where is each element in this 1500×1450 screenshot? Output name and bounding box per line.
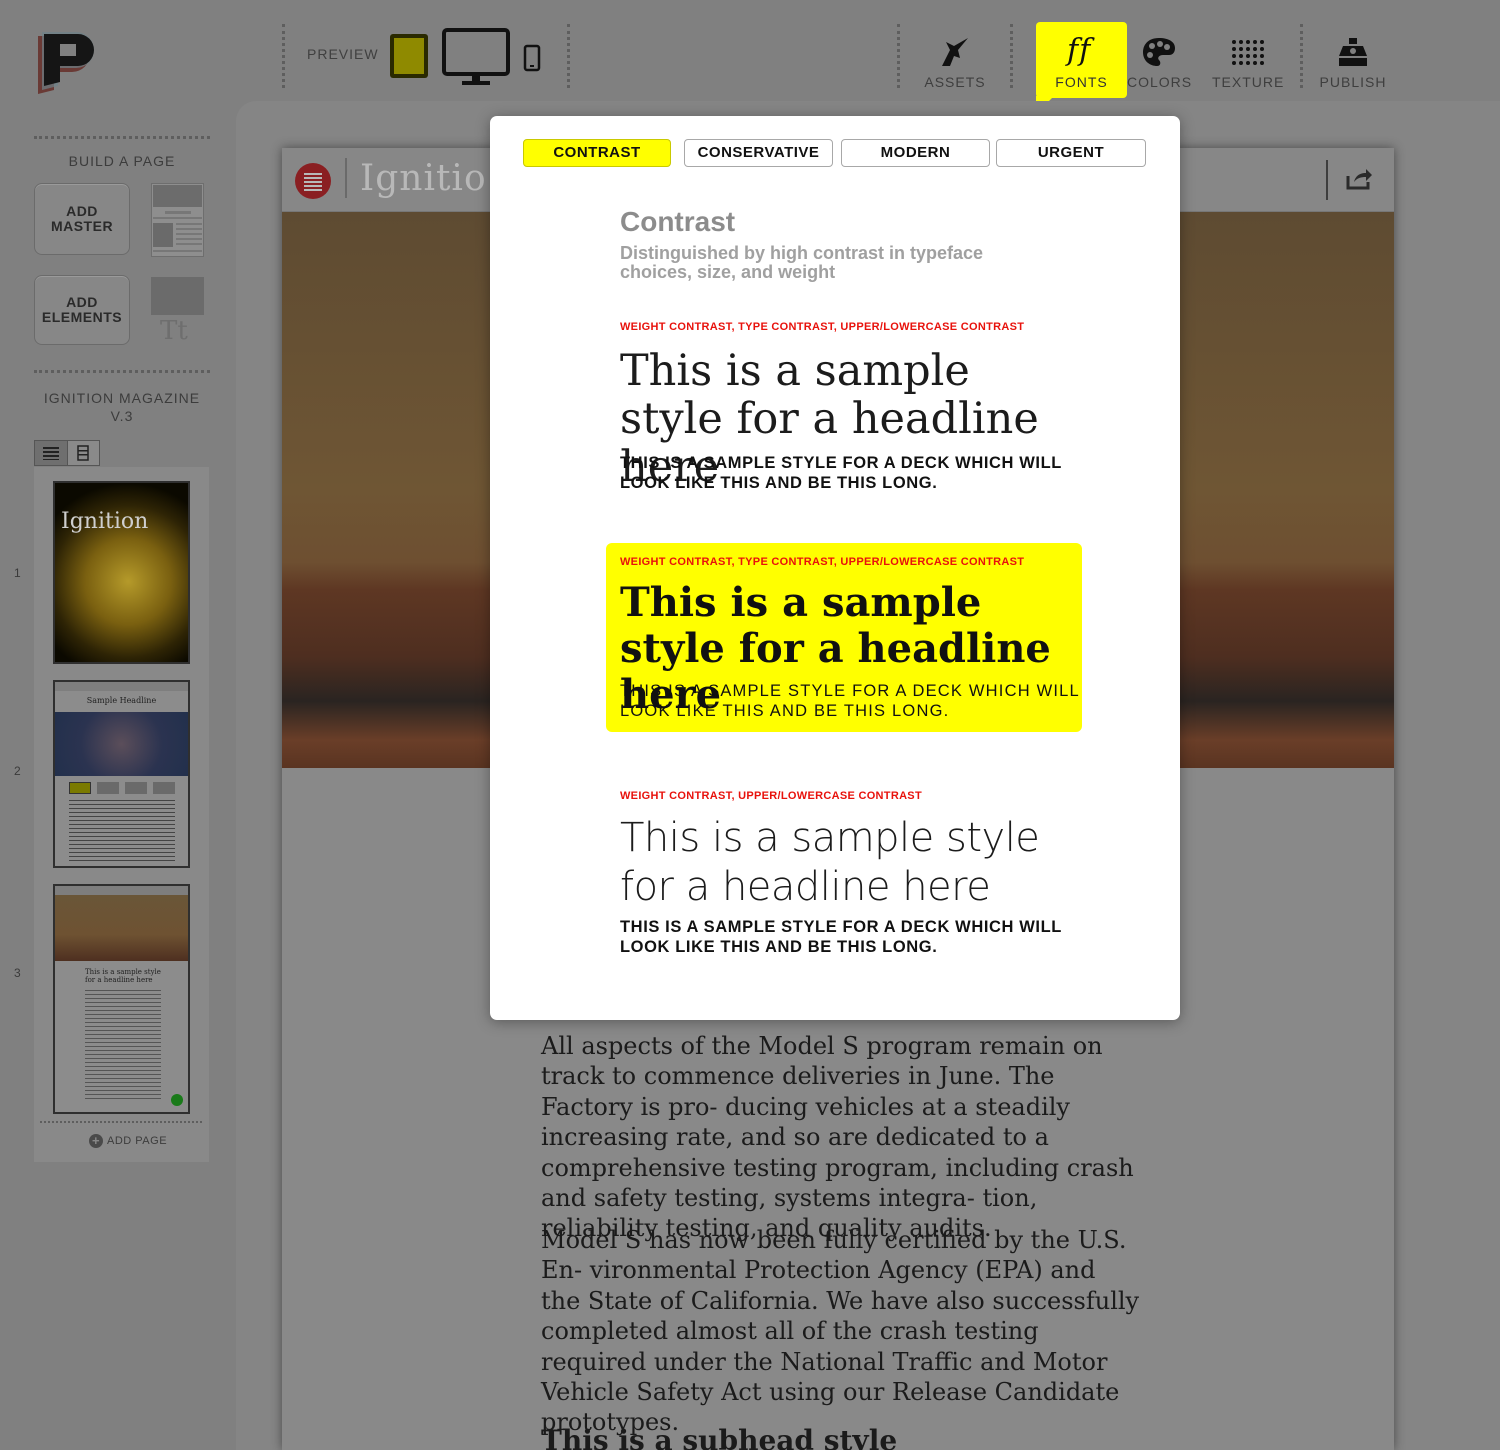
page-number: 1 xyxy=(14,566,21,580)
plus-icon: + xyxy=(89,1134,103,1148)
texture-label: TEXTURE xyxy=(1212,74,1285,90)
grid-view-icon[interactable] xyxy=(68,441,100,465)
body-paragraph: All aspects of the Model S program remai… xyxy=(541,1032,1134,1243)
body-paragraph: Model S has now been fully certified by … xyxy=(541,1226,1140,1437)
font-ff-icon: ff xyxy=(1065,33,1095,68)
publish-label: PUBLISH xyxy=(1319,74,1387,90)
preview-label: PREVIEW xyxy=(307,46,379,62)
page-menu-icon[interactable] xyxy=(171,1094,183,1106)
colors-tool[interactable]: COLORS xyxy=(1127,36,1191,90)
sidebar-divider xyxy=(40,1121,202,1123)
fonts-tool[interactable]: ff FONTS xyxy=(1036,22,1127,98)
texture-dots-icon xyxy=(1232,40,1264,65)
add-elements-button[interactable]: ADD ELEMENTS xyxy=(34,275,130,345)
page-number: 3 xyxy=(14,966,21,980)
page-number: 2 xyxy=(14,764,21,778)
press-icon xyxy=(1339,38,1367,66)
fonts-modal: CONTRAST CONSERVATIVE MODERN URGENT Cont… xyxy=(490,116,1180,1020)
page-thumbnail[interactable]: Ignition xyxy=(53,481,190,664)
tab-urgent[interactable]: URGENT xyxy=(996,139,1146,167)
publish-tool[interactable]: PUBLISH xyxy=(1318,36,1388,90)
assets-label: ASSETS xyxy=(924,74,986,90)
option-deck: THIS IS A SAMPLE STYLE FOR A DECK WHICH … xyxy=(620,918,1062,956)
style-set-title: Contrast xyxy=(620,206,736,237)
add-master-button[interactable]: ADD MASTER xyxy=(34,183,130,255)
toolbar-divider xyxy=(897,24,900,88)
toolbar-divider xyxy=(1300,24,1303,88)
subhead: This is a subhead style xyxy=(541,1424,898,1450)
app-window: PREVIEW ASSETS ff FONTS COLORS TEXTURE P… xyxy=(0,0,1500,1450)
magazine-label: IGNITION MAGAZINE V.3 xyxy=(43,390,201,424)
sidebar-divider xyxy=(34,136,210,139)
colors-label: COLORS xyxy=(1127,74,1193,90)
option-tags: WEIGHT CONTRAST, TYPE CONTRAST, UPPER/LO… xyxy=(620,321,1025,333)
tab-contrast[interactable]: CONTRAST xyxy=(523,139,671,167)
desktop-icon[interactable] xyxy=(442,28,510,88)
tablet-icon[interactable] xyxy=(388,32,430,80)
view-toggle xyxy=(34,440,100,466)
app-logo xyxy=(38,32,94,94)
thumb-headline: Sample Headline xyxy=(86,696,157,705)
phone-icon[interactable] xyxy=(523,44,541,72)
sidebar-divider xyxy=(34,370,210,373)
text-element-thumb[interactable]: Tt xyxy=(160,316,188,346)
svg-text:ff: ff xyxy=(1065,33,1095,68)
page-thumbnail[interactable]: This is a sample style for a headline he… xyxy=(53,884,190,1114)
unicorn-icon xyxy=(942,38,968,66)
build-page-label: BUILD A PAGE xyxy=(68,153,176,169)
share-icon[interactable] xyxy=(1346,168,1372,190)
document-title: Ignitio xyxy=(360,158,487,199)
list-view-icon[interactable] xyxy=(35,441,68,465)
toolbar-divider xyxy=(282,24,285,88)
tab-modern[interactable]: MODERN xyxy=(841,139,990,167)
add-page-label: ADD PAGE xyxy=(107,1135,168,1147)
option-tags: WEIGHT CONTRAST, TYPE CONTRAST, UPPER/LO… xyxy=(620,556,1025,568)
option-deck: THIS IS A SAMPLE STYLE FOR A DECK WHICH … xyxy=(620,682,1080,720)
toolbar-divider xyxy=(567,24,570,88)
assets-tool[interactable]: ASSETS xyxy=(922,36,988,90)
fonts-label: FONTS xyxy=(1055,74,1108,90)
menu-icon[interactable] xyxy=(294,162,332,200)
add-page-button[interactable]: + ADD PAGE xyxy=(89,1134,167,1148)
thumb-headline: This is a sample style for a headline he… xyxy=(85,968,161,984)
option-headline: This is a sample style for a headline he… xyxy=(620,815,1040,910)
tab-conservative[interactable]: CONSERVATIVE xyxy=(684,139,833,167)
option-tags: WEIGHT CONTRAST, UPPER/LOWERCASE CONTRAS… xyxy=(620,790,922,802)
image-element-thumb[interactable] xyxy=(151,277,204,315)
texture-tool[interactable]: TEXTURE xyxy=(1212,36,1284,90)
page-thumbnail[interactable]: Sample Headline xyxy=(53,680,190,868)
master-template-thumb[interactable] xyxy=(151,183,204,257)
cover-title: Ignition xyxy=(61,509,149,534)
style-set-description: Distinguished by high contrast in typefa… xyxy=(620,243,984,282)
option-deck: THIS IS A SAMPLE STYLE FOR A DECK WHICH … xyxy=(620,454,1062,492)
palette-icon xyxy=(1143,38,1175,66)
toolbar-divider xyxy=(1010,24,1013,88)
